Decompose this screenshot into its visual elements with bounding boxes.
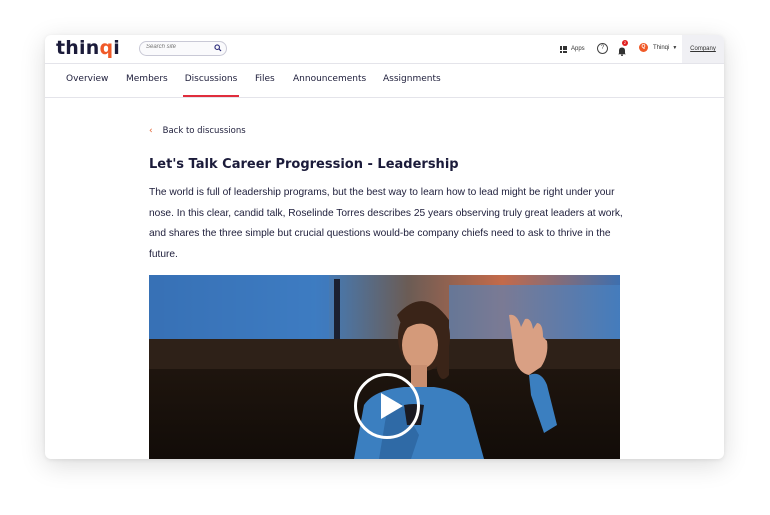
tab-discussions[interactable]: Discussions <box>183 64 239 97</box>
tab-members[interactable]: Members <box>126 64 168 97</box>
company-link[interactable]: Company <box>682 35 724 63</box>
logo[interactable]: thinqi <box>56 37 120 59</box>
logo-text: thin <box>56 37 100 59</box>
user-name: Thinqi <box>653 44 670 51</box>
user-menu[interactable]: Q Thinqi ▼ <box>639 43 677 52</box>
play-button[interactable] <box>354 373 420 439</box>
tab-assignments[interactable]: Assignments <box>383 64 441 97</box>
avatar: Q <box>639 43 648 52</box>
search-icon[interactable] <box>214 44 222 52</box>
tab-announcements[interactable]: Announcements <box>293 64 366 97</box>
caret-down-icon: ▼ <box>672 44 678 51</box>
apps-grid-icon <box>560 45 567 53</box>
apps-menu[interactable]: Apps <box>560 44 585 54</box>
tab-files[interactable]: Files <box>255 64 275 97</box>
logo-accent: q <box>99 37 114 59</box>
search-box[interactable] <box>139 41 227 56</box>
discussion-title: Let's Talk Career Progression - Leadersh… <box>149 157 459 172</box>
bell-icon <box>618 47 626 57</box>
search-input[interactable] <box>146 44 212 50</box>
discussion-description: The world is full of leadership programs… <box>149 187 623 261</box>
notification-badge: 2 <box>622 40 628 46</box>
play-icon <box>381 393 403 419</box>
chevron-left-icon: ‹ <box>149 126 153 136</box>
apps-label: Apps <box>571 46 585 52</box>
notifications-button[interactable]: 2 <box>617 40 628 57</box>
logo-suffix: i <box>113 37 120 59</box>
back-label: Back to discussions <box>162 126 246 136</box>
video-player[interactable] <box>149 275 620 459</box>
top-bar: thinqi Apps ? 2 Q Thinqi ▼ Company <box>45 35 724 64</box>
back-to-discussions-link[interactable]: ‹ Back to discussions <box>149 126 246 136</box>
group-nav: Overview Members Discussions Files Annou… <box>45 64 724 98</box>
help-icon[interactable]: ? <box>597 43 608 54</box>
app-window: thinqi Apps ? 2 Q Thinqi ▼ Company <box>45 35 724 459</box>
tab-overview[interactable]: Overview <box>66 64 108 97</box>
